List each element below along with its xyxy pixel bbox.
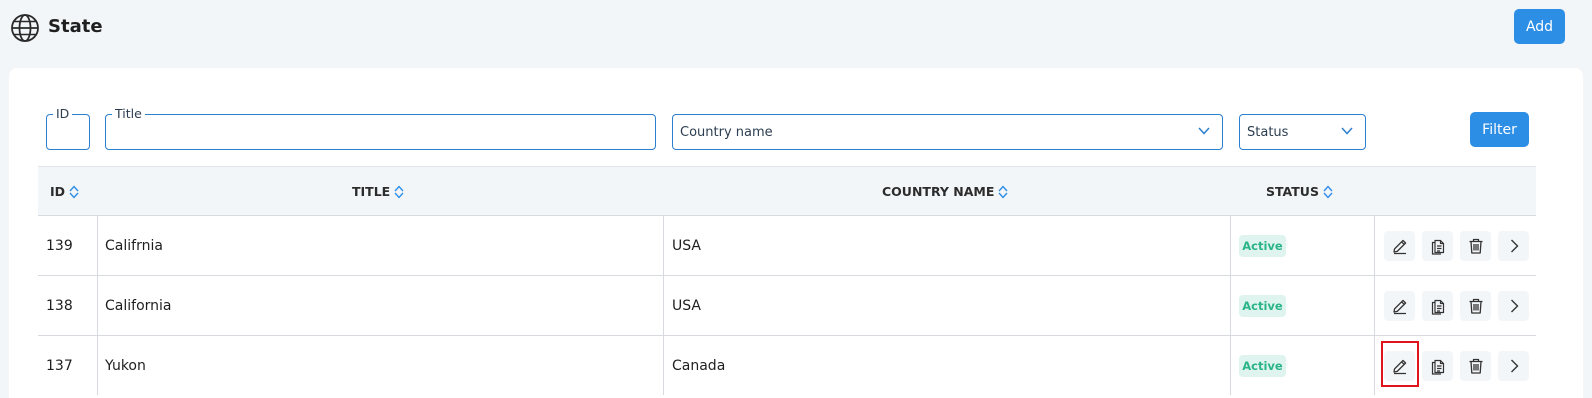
delete-button[interactable] <box>1460 291 1491 321</box>
cell-id: 138 <box>46 297 73 314</box>
cell-id: 137 <box>46 357 73 374</box>
delete-icon <box>1469 298 1482 314</box>
chevron-right-icon <box>1510 299 1518 313</box>
status-badge: Active <box>1239 235 1286 257</box>
view-details-button[interactable] <box>1498 351 1529 381</box>
sort-icon[interactable] <box>998 184 1008 199</box>
country-name-placeholder: Country name <box>680 125 773 140</box>
highlight-box <box>1381 341 1419 387</box>
chevron-down-icon <box>1341 127 1353 135</box>
view-details-button[interactable] <box>1498 291 1529 321</box>
cell-id: 139 <box>46 237 73 254</box>
globe-icon <box>11 14 39 42</box>
cell-title: California <box>105 297 172 314</box>
cell-country: USA <box>672 297 701 314</box>
sort-icon[interactable] <box>1323 184 1333 199</box>
edit-button[interactable] <box>1384 291 1415 321</box>
delete-icon <box>1469 358 1482 374</box>
table-row: 139 Califrnia USA Active <box>38 216 1536 276</box>
cell-title: Califrnia <box>105 237 163 254</box>
delete-button[interactable] <box>1460 231 1491 261</box>
copy-button[interactable] <box>1422 291 1453 321</box>
column-divider <box>1230 276 1231 335</box>
column-header-status[interactable]: STATUS <box>1266 184 1333 199</box>
delete-icon <box>1469 238 1482 254</box>
id-filter-field[interactable]: ID <box>46 106 90 150</box>
chevron-right-icon <box>1510 359 1518 373</box>
chevron-down-icon <box>1198 127 1210 135</box>
page-title: State <box>48 16 103 37</box>
title-filter-input[interactable] <box>106 115 655 149</box>
country-name-select[interactable]: Country name <box>672 114 1223 150</box>
column-divider <box>663 216 664 275</box>
copy-button[interactable] <box>1422 231 1453 261</box>
column-header-title[interactable]: TITLE <box>352 184 404 199</box>
column-header-status-label: STATUS <box>1266 184 1319 199</box>
column-header-id-label: ID <box>50 184 66 199</box>
table-row: 137 Yukon Canada Active <box>38 336 1536 396</box>
status-placeholder: Status <box>1247 125 1289 140</box>
table-row: 138 California USA Active <box>38 276 1536 336</box>
table-header: ID TITLE COUNTRY NAME STATUS <box>38 166 1536 216</box>
copy-button[interactable] <box>1422 351 1453 381</box>
cell-country: USA <box>672 237 701 254</box>
copy-icon <box>1431 239 1444 255</box>
column-header-title-label: TITLE <box>352 184 391 199</box>
cell-country: Canada <box>672 357 726 374</box>
title-filter-field[interactable]: Title <box>105 106 656 150</box>
column-divider <box>97 276 98 335</box>
status-select[interactable]: Status <box>1239 114 1366 150</box>
column-header-country-name[interactable]: COUNTRY NAME <box>882 184 1008 199</box>
add-button[interactable]: Add <box>1514 9 1565 44</box>
sort-icon[interactable] <box>69 184 79 199</box>
column-divider <box>97 336 98 395</box>
copy-icon <box>1431 299 1444 315</box>
column-header-country-name-label: COUNTRY NAME <box>882 184 995 199</box>
delete-button[interactable] <box>1460 351 1491 381</box>
title-filter-label: Title <box>112 106 145 122</box>
status-badge: Active <box>1239 295 1286 317</box>
copy-icon <box>1431 359 1444 375</box>
filter-button[interactable]: Filter <box>1470 112 1529 147</box>
column-divider <box>1374 336 1375 395</box>
sort-icon[interactable] <box>394 184 404 199</box>
chevron-right-icon <box>1510 239 1518 253</box>
column-divider <box>663 276 664 335</box>
column-divider <box>97 216 98 275</box>
edit-button[interactable] <box>1384 231 1415 261</box>
cell-title: Yukon <box>105 357 146 374</box>
edit-icon <box>1392 299 1406 315</box>
page-header: State Add <box>0 0 1592 60</box>
id-filter-label: ID <box>53 106 73 122</box>
column-header-id[interactable]: ID <box>50 184 79 199</box>
status-badge: Active <box>1239 355 1286 377</box>
column-divider <box>1230 216 1231 275</box>
column-divider <box>1230 336 1231 395</box>
column-divider <box>1374 276 1375 335</box>
view-details-button[interactable] <box>1498 231 1529 261</box>
column-divider <box>663 336 664 395</box>
column-divider <box>1374 216 1375 275</box>
edit-icon <box>1392 239 1406 255</box>
